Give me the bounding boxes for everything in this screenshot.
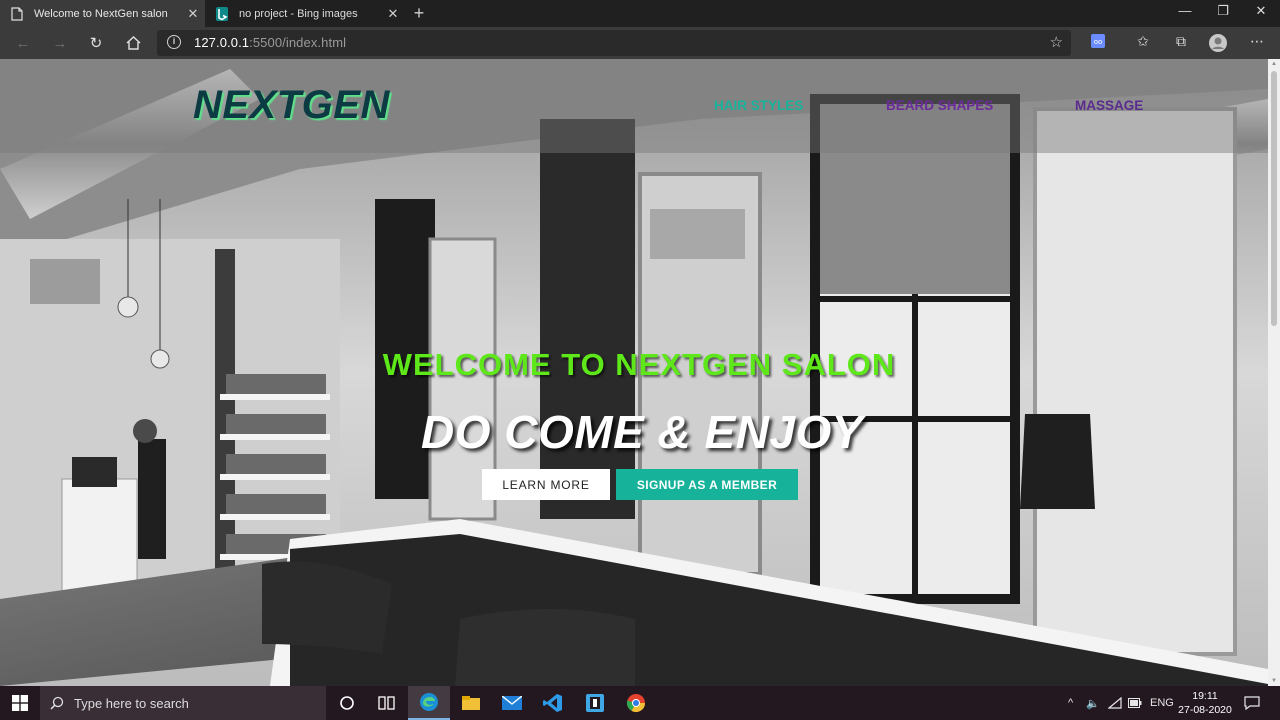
file-explorer-icon[interactable] (450, 686, 492, 720)
nav-beard-shapes[interactable]: BEARD SHAPES (886, 98, 993, 113)
clock-time: 19:11 (1192, 690, 1218, 702)
cortana-icon[interactable] (326, 686, 368, 720)
clock-date: 27-08-2020 (1178, 704, 1232, 716)
svg-text:oo: oo (1094, 38, 1103, 46)
bing-icon (215, 6, 229, 21)
scroll-up-icon[interactable]: ▲ (1270, 61, 1278, 67)
more-options-icon[interactable]: ⋯ (1246, 33, 1268, 53)
tab-bing[interactable]: no project - Bing images ✕ (205, 0, 405, 27)
task-view-icon[interactable] (366, 686, 408, 720)
close-tab-icon[interactable]: ✕ (381, 6, 405, 22)
mail-icon[interactable] (491, 686, 533, 720)
tab-title: Welcome to NextGen salon (34, 7, 168, 20)
scrollbar-thumb[interactable] (1271, 71, 1277, 326)
site-header: NEXTGEN HAIR STYLES BEARD SHAPES MASSAGE (0, 59, 1268, 153)
windows-start-icon[interactable] (0, 686, 40, 720)
search-placeholder: Type here to search (74, 695, 189, 711)
vscode-icon[interactable] (532, 686, 574, 720)
home-icon[interactable] (120, 31, 146, 55)
tab-nextgen[interactable]: Welcome to NextGen salon ✕ (0, 0, 205, 27)
tab-title: no project - Bing images (239, 7, 358, 20)
scroll-down-icon[interactable]: ▼ (1270, 678, 1278, 684)
tagline-heading: DO COME & ENJOY (420, 406, 863, 458)
collections-icon[interactable]: ⧉ (1170, 33, 1192, 53)
taskbar-search-input[interactable]: Type here to search (40, 686, 326, 720)
favorites-icon[interactable]: ✩ (1132, 33, 1154, 53)
favorite-star-icon[interactable]: ☆ (1050, 33, 1063, 51)
chrome-icon[interactable] (615, 686, 657, 720)
page-icon (10, 6, 24, 21)
close-window-icon[interactable]: ✕ (1242, 0, 1280, 27)
back-icon[interactable]: ← (10, 31, 36, 55)
info-icon[interactable]: i (167, 35, 181, 49)
notifications-icon[interactable] (1244, 686, 1260, 720)
battery-icon[interactable] (1128, 686, 1142, 720)
url-text: 127.0.0.1:5500/index.html (194, 35, 347, 50)
nav-hair-styles[interactable]: HAIR STYLES (714, 98, 803, 113)
windows-taskbar: Type here to search ^ 🔈 ENG 19:11 27-08-… (0, 686, 1280, 720)
maximize-icon[interactable]: ❐ (1204, 0, 1242, 27)
learn-more-button[interactable]: LEARN MORE (482, 469, 610, 500)
welcome-heading: WELCOME TO NEXTGEN SALON (382, 347, 896, 382)
new-tab-button[interactable]: + (408, 2, 430, 24)
network-icon[interactable] (1108, 686, 1122, 720)
volume-icon[interactable]: 🔈 (1086, 686, 1100, 720)
profile-avatar-icon[interactable] (1207, 33, 1229, 53)
site-logo[interactable]: NEXTGEN (193, 83, 390, 128)
tab-bar: Welcome to NextGen salon ✕ no project - … (0, 0, 1280, 27)
refresh-icon[interactable]: ↻ (83, 31, 109, 55)
page-viewport: NEXTGEN HAIR STYLES BEARD SHAPES MASSAGE… (0, 59, 1268, 686)
extension-icon[interactable]: oo (1087, 33, 1109, 53)
app-icon[interactable] (574, 686, 616, 720)
clock[interactable]: 19:11 27-08-2020 (1170, 689, 1240, 717)
edge-icon[interactable] (408, 686, 450, 720)
address-bar-row: ← → ↻ i 127.0.0.1:5500/index.html ☆ oo ✩… (0, 27, 1280, 59)
url-input[interactable]: i 127.0.0.1:5500/index.html ☆ (157, 30, 1071, 56)
search-icon (50, 696, 64, 710)
forward-icon[interactable]: → (47, 31, 73, 55)
minimize-icon[interactable]: — (1166, 0, 1204, 27)
close-tab-icon[interactable]: ✕ (181, 6, 205, 22)
nav-massage[interactable]: MASSAGE (1075, 98, 1143, 113)
page-scrollbar[interactable]: ▲ ▼ (1268, 59, 1280, 686)
show-hidden-icons-icon[interactable]: ^ (1068, 686, 1073, 720)
signup-button[interactable]: SIGNUP AS A MEMBER (616, 469, 798, 500)
